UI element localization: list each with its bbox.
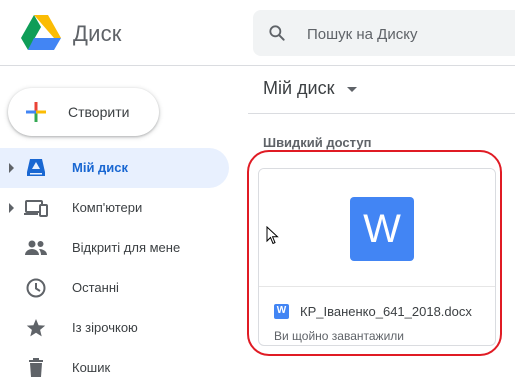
search-bar[interactable] (253, 10, 515, 56)
sidebar-item-label: Кошик (72, 360, 111, 375)
create-button[interactable]: Створити (8, 88, 159, 136)
trash-icon (29, 358, 43, 377)
app-title[interactable]: Диск (73, 21, 122, 47)
quick-access-heading: Швидкий доступ (263, 135, 372, 150)
plus-icon (26, 102, 46, 122)
my-drive-icon (27, 159, 45, 176)
create-button-label: Створити (68, 104, 130, 120)
file-activity: Ви щойно завантажили (274, 329, 404, 343)
sidebar-item-my-drive[interactable]: Мій диск (0, 148, 229, 188)
file-card[interactable]: W W КР_Іваненко_641_2018.docx Ви щойно з… (258, 168, 496, 346)
header-divider (0, 65, 515, 66)
word-icon-letter: W (276, 305, 287, 316)
sidebar-item-label: Відкриті для мене (72, 240, 181, 255)
sidebar-nav: Мій диск Комп'ютери Відкриті для мене Ос… (0, 148, 230, 388)
sidebar-item-shared-with-me[interactable]: Відкриті для мене (0, 228, 230, 268)
sidebar-item-trash[interactable]: Кошик (0, 348, 230, 388)
expand-caret-icon[interactable] (9, 203, 14, 213)
word-file-type-icon: W (274, 304, 289, 319)
file-name: КР_Іваненко_641_2018.docx (300, 304, 472, 319)
google-drive-logo-icon[interactable] (21, 15, 61, 50)
computers-icon (24, 200, 48, 217)
title-divider (248, 113, 515, 114)
star-icon (26, 319, 46, 337)
sidebar-item-starred[interactable]: Із зірочкою (0, 308, 230, 348)
sidebar-item-recent[interactable]: Останні (0, 268, 230, 308)
sidebar-item-label: Із зірочкою (72, 320, 138, 335)
word-icon-letter: W (363, 207, 401, 251)
sidebar-item-label: Мій диск (72, 160, 129, 175)
sidebar-item-label: Останні (72, 280, 119, 295)
chevron-down-icon[interactable] (347, 87, 357, 92)
sidebar-item-label: Комп'ютери (72, 200, 143, 215)
clock-icon (26, 278, 46, 298)
mouse-cursor-icon (266, 226, 279, 245)
search-icon[interactable] (267, 23, 287, 43)
search-input[interactable] (305, 22, 509, 46)
file-preview[interactable]: W (259, 169, 495, 287)
expand-caret-icon[interactable] (9, 163, 14, 173)
shared-with-me-icon (25, 240, 47, 255)
sidebar-item-computers[interactable]: Комп'ютери (0, 188, 230, 228)
page-title[interactable]: Мій диск (263, 78, 334, 99)
word-document-icon: W (350, 197, 414, 261)
